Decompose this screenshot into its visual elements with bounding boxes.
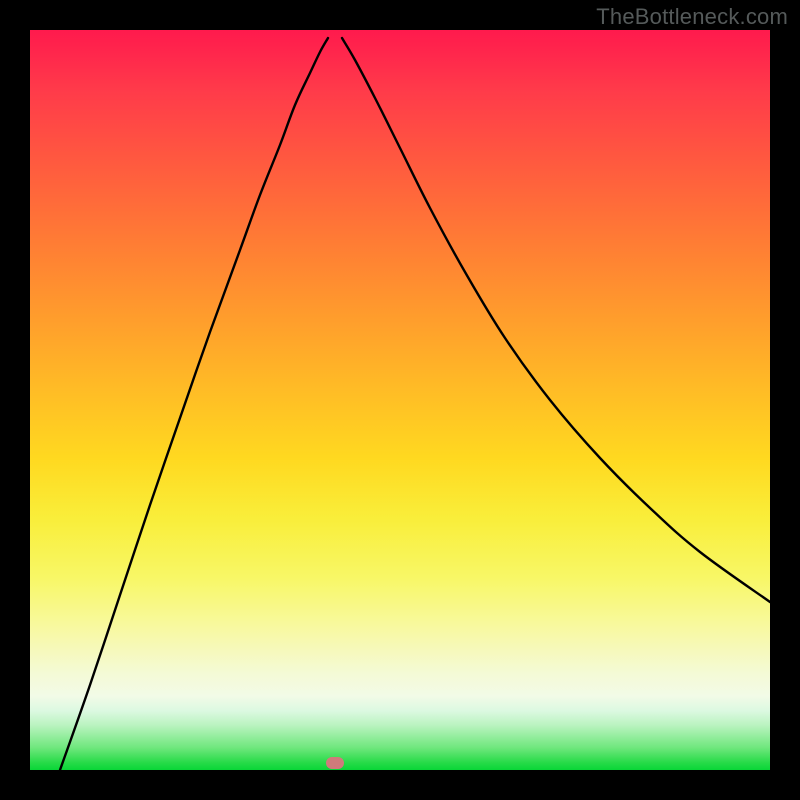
- bottleneck-curve: [30, 30, 770, 770]
- watermark-text: TheBottleneck.com: [596, 4, 788, 30]
- chart-area: [30, 30, 770, 770]
- curve-left-branch: [60, 38, 328, 770]
- optimal-point-marker: [326, 757, 344, 769]
- curve-right-branch: [342, 38, 770, 602]
